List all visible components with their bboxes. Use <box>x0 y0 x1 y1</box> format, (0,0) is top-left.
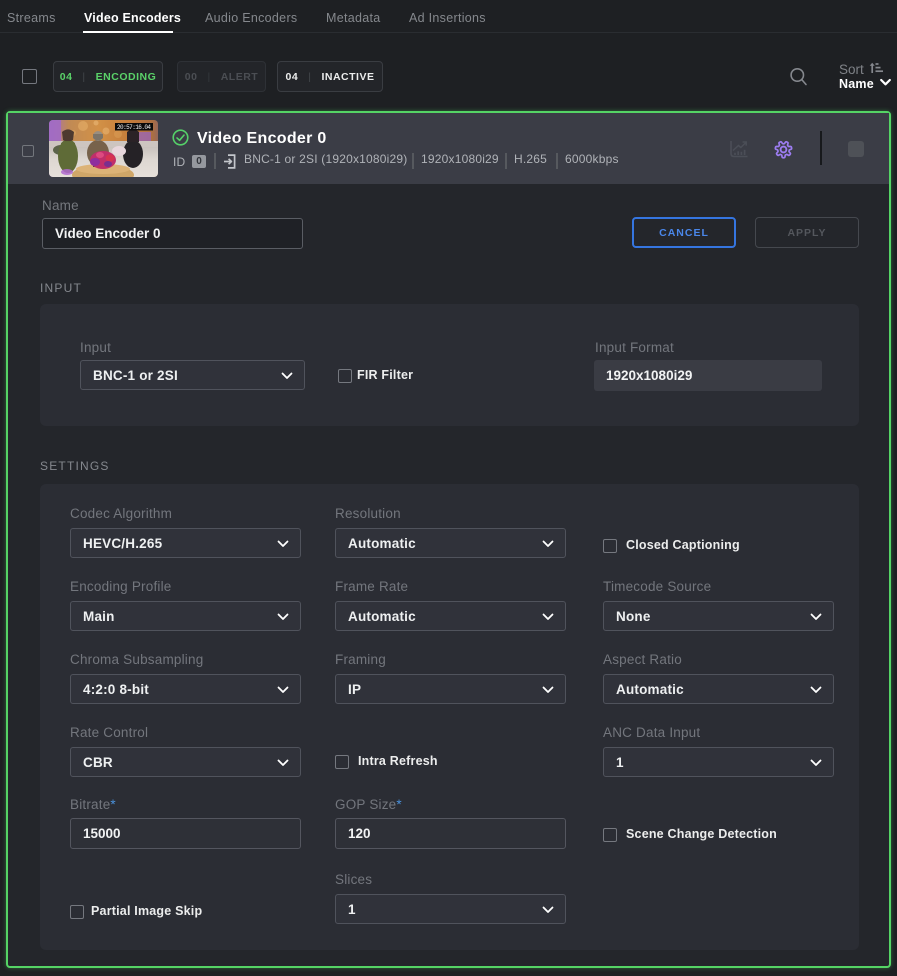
svg-text:20:57:16.04: 20:57:16.04 <box>117 124 151 131</box>
